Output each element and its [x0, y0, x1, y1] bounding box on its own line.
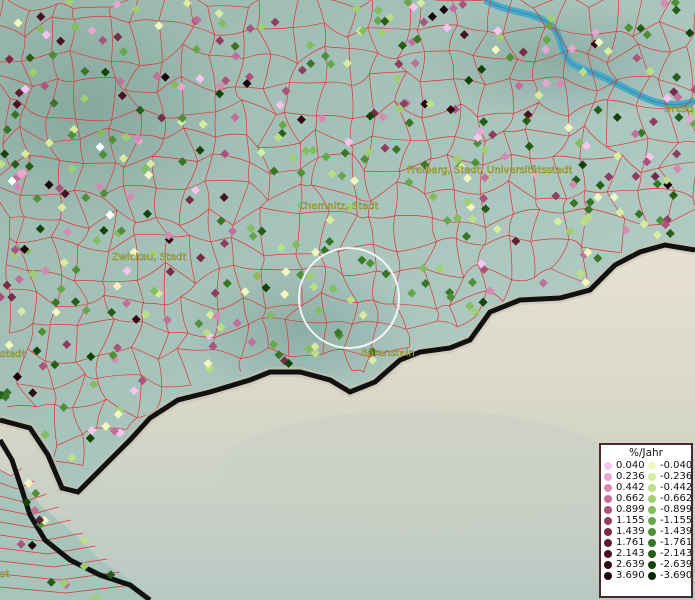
legend-row: 0.662 -0.662 [601, 493, 693, 504]
legend-value: 0.040 [616, 460, 645, 471]
legend-value: -0.662 [660, 493, 693, 504]
legend-row: 0.899 -0.899 [601, 504, 693, 515]
legend-entry: -0.899 [645, 504, 693, 515]
legend-value: 3.690 [616, 570, 645, 581]
legend-entry: -0.040 [645, 460, 693, 471]
legend-row: 0.442 -0.442 [601, 482, 693, 493]
legend-entry: 0.040 [601, 460, 645, 471]
legend-swatch [604, 516, 612, 525]
legend-row: 1.439 -1.439 [601, 526, 693, 537]
legend-value: -0.442 [660, 482, 693, 493]
legend-entry: -0.662 [645, 493, 693, 504]
map-label-czech-town: st [0, 569, 9, 580]
legend-entry: 3.690 [601, 570, 645, 581]
legend-swatch [648, 483, 656, 492]
legend-rows: 0.040 -0.040 0.236 -0.236 0.442 -0.442 0.662 -0… [601, 460, 693, 581]
legend-value: 1.439 [616, 526, 645, 537]
legend-swatch [604, 560, 612, 569]
legend-swatch [604, 494, 612, 503]
legend-row: 1.155 -1.155 [601, 515, 693, 526]
legend-swatch [604, 527, 612, 536]
legend-swatch [648, 461, 656, 470]
legend-value: 0.442 [616, 482, 645, 493]
legend-swatch [604, 461, 612, 470]
legend-value: 0.236 [616, 471, 645, 482]
legend-swatch [604, 472, 612, 481]
map-label-chemnitz: Chemnitz, Stadt [298, 201, 379, 212]
legend-swatch [648, 538, 656, 547]
map-label-plauen: stadt [0, 349, 26, 360]
legend-value: -0.899 [660, 504, 693, 515]
legend-entry: -0.236 [645, 471, 693, 482]
legend-value: -1.155 [660, 515, 693, 526]
legend-entry: -3.690 [645, 570, 693, 581]
map-label-baerenstein: Bärenstein [361, 348, 415, 359]
map-label-freiberg: Freiberg, Stadt, Universitätsstadt [407, 165, 572, 176]
legend-row: 2.143 -2.143 [601, 548, 693, 559]
legend-value: 0.662 [616, 493, 645, 504]
map-label-zwickau: Zwickau, Stadt [112, 252, 186, 263]
legend-entry: -0.442 [645, 482, 693, 493]
map-canvas[interactable]: Chemnitz, Stadt Freiberg, Stadt, Univers… [0, 0, 695, 600]
legend-entry: 1.155 [601, 515, 645, 526]
legend-row: 0.040 -0.040 [601, 460, 693, 471]
legend-entry: 1.439 [601, 526, 645, 537]
legend-entry: -1.439 [645, 526, 693, 537]
legend-swatch [604, 538, 612, 547]
legend-value: 2.639 [616, 559, 645, 570]
legend-swatch [648, 549, 656, 558]
legend-value: -2.143 [660, 548, 693, 559]
legend-entry: -2.639 [645, 559, 693, 570]
legend: %/Jahr 0.040 -0.040 0.236 -0.236 0.442 -0.442… [599, 443, 693, 598]
legend-value: -1.761 [660, 537, 693, 548]
legend-swatch [604, 571, 612, 580]
map-label-dresden: Dresd [664, 104, 693, 115]
legend-value: -0.236 [660, 471, 693, 482]
legend-row: 3.690 -3.690 [601, 570, 693, 581]
legend-swatch [648, 571, 656, 580]
legend-row: 0.236 -0.236 [601, 471, 693, 482]
legend-entry: -2.143 [645, 548, 693, 559]
legend-swatch [648, 505, 656, 514]
legend-entry: -1.761 [645, 537, 693, 548]
legend-value: 1.761 [616, 537, 645, 548]
terrain-shade [220, 410, 620, 530]
legend-swatch [604, 505, 612, 514]
legend-swatch [604, 483, 612, 492]
legend-entry: 2.639 [601, 559, 645, 570]
legend-swatch [648, 527, 656, 536]
legend-entry: 0.662 [601, 493, 645, 504]
legend-title: %/Jahr [628, 447, 664, 459]
legend-value: -1.439 [660, 526, 693, 537]
legend-entry: 0.899 [601, 504, 645, 515]
legend-swatch [648, 560, 656, 569]
legend-value: 2.143 [616, 548, 645, 559]
legend-entry: 0.442 [601, 482, 645, 493]
legend-value: -3.690 [660, 570, 693, 581]
legend-swatch [604, 549, 612, 558]
legend-row: 2.639 -2.639 [601, 559, 693, 570]
legend-entry: 1.761 [601, 537, 645, 548]
legend-value: -0.040 [660, 460, 693, 471]
legend-swatch [648, 472, 656, 481]
legend-swatch [648, 494, 656, 503]
legend-entry: 0.236 [601, 471, 645, 482]
legend-value: 0.899 [616, 504, 645, 515]
legend-row: 1.761 -1.761 [601, 537, 693, 548]
legend-value: -2.639 [660, 559, 693, 570]
legend-entry: 2.143 [601, 548, 645, 559]
legend-value: 1.155 [616, 515, 645, 526]
legend-swatch [648, 516, 656, 525]
legend-entry: -1.155 [645, 515, 693, 526]
